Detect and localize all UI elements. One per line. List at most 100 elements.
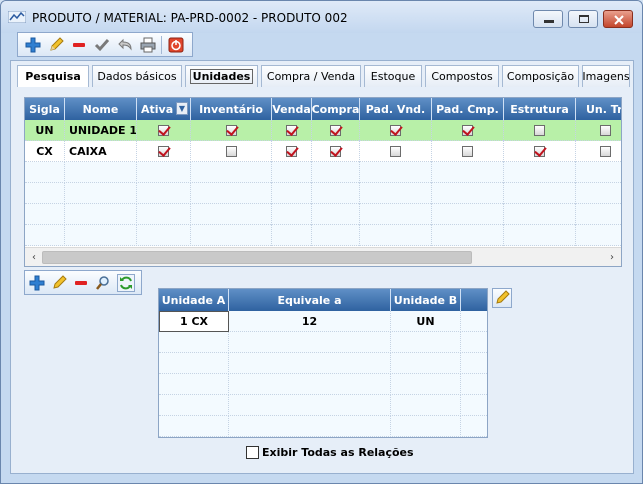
table-cell[interactable]	[229, 332, 391, 353]
table-cell[interactable]	[432, 183, 504, 204]
checkbox[interactable]	[600, 146, 611, 157]
table-row[interactable]	[159, 353, 487, 374]
table-cell[interactable]	[504, 162, 576, 183]
table-cell[interactable]	[272, 162, 312, 183]
table-cell[interactable]	[391, 353, 461, 374]
tab-pesquisa[interactable]: Pesquisa	[17, 65, 89, 87]
table-cell[interactable]	[432, 141, 504, 162]
table-cell[interactable]	[391, 332, 461, 353]
checkbox[interactable]	[286, 146, 297, 157]
table-cell[interactable]	[461, 332, 487, 353]
edit-relation-side-button[interactable]	[492, 288, 512, 308]
scroll-left-icon[interactable]: ‹	[27, 250, 41, 264]
table-cell[interactable]	[191, 141, 272, 162]
checkbox[interactable]	[225, 146, 237, 157]
table-cell[interactable]	[312, 141, 360, 162]
checkbox[interactable]	[462, 125, 473, 136]
column-header-unidade-b[interactable]: Unidade B	[391, 289, 461, 311]
column-header-estrutura[interactable]: Estrutura	[504, 98, 576, 120]
table-cell[interactable]	[504, 141, 576, 162]
table-cell[interactable]	[432, 225, 504, 246]
tab-compostos[interactable]: Compostos	[425, 65, 499, 87]
refresh-button[interactable]	[117, 274, 135, 292]
table-cell[interactable]	[576, 183, 621, 204]
remove-relation-button[interactable]	[72, 274, 90, 292]
table-cell[interactable]	[312, 162, 360, 183]
table-row[interactable]	[25, 162, 621, 183]
tab-imagens[interactable]: Imagens	[582, 65, 630, 87]
table-cell[interactable]	[576, 204, 621, 225]
table-cell[interactable]	[504, 204, 576, 225]
cell-sigla[interactable]: CX	[25, 141, 65, 162]
show-all-relations-toggle[interactable]: Exibir Todas as Relações	[246, 444, 414, 460]
table-row[interactable]	[25, 225, 621, 246]
cell-sigla[interactable]: UN	[25, 120, 65, 141]
table-cell[interactable]	[137, 204, 191, 225]
undo-button[interactable]	[116, 36, 134, 54]
checkbox[interactable]	[286, 125, 297, 136]
table-cell[interactable]	[360, 162, 432, 183]
table-cell[interactable]	[191, 162, 272, 183]
table-row[interactable]: 1 CX 12 UN	[159, 311, 487, 332]
tab-unidades[interactable]: Unidades	[185, 65, 258, 87]
tab-estoque[interactable]: Estoque	[364, 65, 422, 87]
table-cell[interactable]	[272, 141, 312, 162]
column-header-ativa[interactable]: Ativa ▼	[137, 98, 191, 120]
checkbox[interactable]	[390, 146, 401, 157]
horizontal-scrollbar[interactable]: ‹ ›	[25, 247, 621, 266]
search-relation-button[interactable]	[94, 274, 112, 292]
column-header-compra[interactable]: Compra	[312, 98, 360, 120]
table-cell[interactable]	[65, 225, 137, 246]
table-cell[interactable]	[191, 225, 272, 246]
column-header-sigla[interactable]: Sigla	[25, 98, 65, 120]
table-cell[interactable]	[272, 225, 312, 246]
column-header-pad-cmp[interactable]: Pad. Cmp.	[432, 98, 504, 120]
edit-relation-button[interactable]	[50, 274, 68, 292]
add-relation-button[interactable]	[28, 274, 46, 292]
cell-nome[interactable]: CAIXA	[65, 141, 137, 162]
checkbox[interactable]	[390, 125, 401, 136]
cell-nome[interactable]: UNIDADE 1	[65, 120, 137, 141]
table-cell[interactable]	[461, 395, 487, 416]
table-cell[interactable]	[432, 162, 504, 183]
table-cell[interactable]	[229, 353, 391, 374]
table-cell[interactable]	[576, 120, 621, 141]
confirm-button[interactable]	[93, 36, 111, 54]
checkbox[interactable]	[462, 146, 473, 157]
exit-button[interactable]	[167, 36, 185, 54]
table-cell[interactable]	[137, 141, 191, 162]
table-cell[interactable]	[137, 225, 191, 246]
column-header-unidade-a[interactable]: Unidade A	[159, 289, 229, 311]
table-row[interactable]	[159, 374, 487, 395]
table-cell[interactable]	[461, 353, 487, 374]
table-cell[interactable]	[504, 120, 576, 141]
scroll-right-icon[interactable]: ›	[605, 250, 619, 264]
table-row[interactable]	[159, 332, 487, 353]
table-cell[interactable]	[432, 120, 504, 141]
table-cell[interactable]	[576, 162, 621, 183]
table-cell[interactable]	[360, 183, 432, 204]
tab-composicao[interactable]: Composição	[502, 65, 579, 87]
scrollbar-thumb[interactable]	[42, 251, 472, 264]
table-cell[interactable]	[461, 374, 487, 395]
table-cell[interactable]	[432, 204, 504, 225]
table-cell[interactable]	[504, 183, 576, 204]
table-cell[interactable]	[576, 225, 621, 246]
maximize-button[interactable]	[568, 10, 598, 28]
checkbox[interactable]	[330, 125, 341, 136]
table-cell[interactable]	[272, 120, 312, 141]
table-cell[interactable]	[159, 416, 229, 437]
table-cell[interactable]	[137, 120, 191, 141]
filter-dropdown-icon[interactable]: ▼	[176, 102, 188, 115]
column-header-equivale-a[interactable]: Equivale a	[229, 289, 391, 311]
table-cell[interactable]	[159, 374, 229, 395]
column-header-inventario[interactable]: Inventário	[191, 98, 272, 120]
table-cell[interactable]	[360, 120, 432, 141]
table-cell[interactable]	[25, 183, 65, 204]
column-header-pad-vnd[interactable]: Pad. Vnd.	[360, 98, 432, 120]
table-row[interactable]	[25, 204, 621, 225]
table-row[interactable]	[25, 183, 621, 204]
add-button[interactable]	[24, 36, 42, 54]
table-cell[interactable]	[65, 162, 137, 183]
table-row[interactable]	[159, 395, 487, 416]
